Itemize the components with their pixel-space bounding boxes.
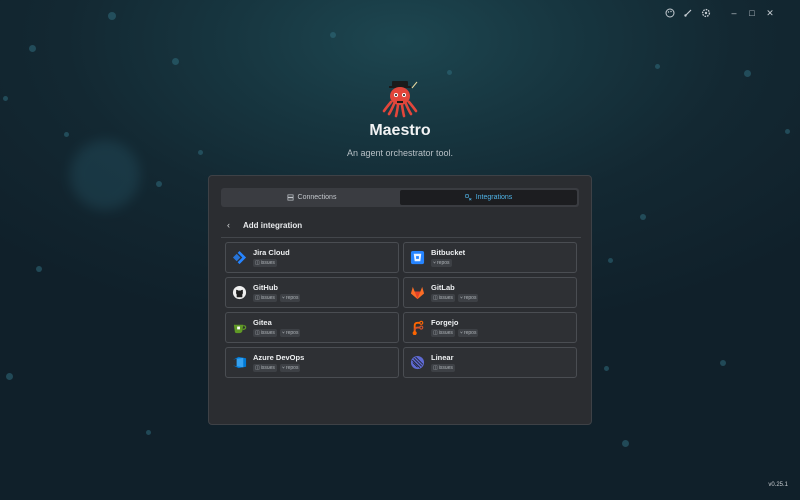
capability-badge: ◫ issues: [253, 294, 277, 302]
section-header: ‹ Add integration: [227, 220, 302, 230]
integration-card-forgejo[interactable]: Forgejo ◫ issues ⑂ repos: [403, 312, 577, 343]
capability-badge: ⑂ repos: [457, 294, 479, 302]
integrations-icon: [465, 194, 472, 201]
capability-badges: ◫ issues: [431, 364, 455, 372]
palette-icon[interactable]: [664, 7, 676, 19]
issue-icon: ◫: [255, 295, 260, 301]
octopus-logo-icon: [380, 78, 420, 118]
capability-badge: ⑂ repos: [279, 294, 301, 302]
branch-icon: ⑂: [281, 295, 285, 301]
capability-badge: ◫ issues: [431, 294, 455, 302]
branch-icon: ⑂: [459, 295, 463, 301]
issue-icon: ◫: [433, 365, 438, 371]
branch-icon: ⑂: [433, 260, 437, 266]
capability-badge: ◫ issues: [253, 329, 277, 337]
integrations-panel: Connections Integrations ‹ Add integrati…: [208, 175, 592, 425]
capability-badge: ◫ issues: [253, 364, 277, 372]
integration-card-bitbucket[interactable]: Bitbucket ⑂ repos: [403, 242, 577, 273]
close-icon[interactable]: ✕: [764, 7, 776, 19]
gitea-icon: [232, 320, 247, 335]
gitlab-icon: [410, 285, 425, 300]
tab-integrations[interactable]: Integrations: [400, 190, 577, 205]
capability-badges: ◫ issues ⑂ repos: [253, 294, 301, 302]
capability-badges: ◫ issues ⑂ repos: [431, 329, 479, 337]
server-icon: [287, 194, 294, 201]
capability-badge: ⑂ repos: [431, 259, 452, 267]
integration-name: Linear: [431, 353, 454, 362]
version-label: v0.25.1: [768, 482, 788, 488]
azure-devops-icon: [232, 355, 247, 370]
github-icon: [232, 285, 247, 300]
linear-icon: [410, 355, 425, 370]
integration-card-github[interactable]: GitHub ◫ issues ⑂ repos: [225, 277, 399, 308]
integration-name: Azure DevOps: [253, 353, 305, 362]
jira-icon: [232, 250, 247, 265]
integration-name: Jira Cloud: [253, 248, 290, 257]
capability-badge: ◫ issues: [431, 364, 455, 372]
forgejo-icon: [410, 320, 425, 335]
integration-card-azure-devops[interactable]: Azure DevOps ◫ issues ⑂ repos: [225, 347, 399, 378]
branch-icon: ⑂: [281, 330, 285, 336]
integration-card-gitea[interactable]: Gitea ◫ issues ⑂ repos: [225, 312, 399, 343]
capability-badge: ⑂ repos: [457, 329, 479, 337]
issue-icon: ◫: [255, 260, 260, 266]
issue-icon: ◫: [433, 330, 438, 336]
branch-icon: ⑂: [459, 330, 463, 336]
app-title: Maestro: [369, 122, 431, 139]
divider: [221, 237, 581, 238]
capability-badges: ◫ issues ⑂ repos: [253, 364, 304, 372]
integration-card-gitlab[interactable]: GitLab ◫ issues ⑂ repos: [403, 277, 577, 308]
capability-badges: ⑂ repos: [431, 259, 465, 267]
integration-card-linear[interactable]: Linear ◫ issues: [403, 347, 577, 378]
capability-badge: ◫ issues: [431, 329, 455, 337]
window-controls: – □ ✕: [664, 7, 776, 19]
capability-badges: ◫ issues ⑂ repos: [431, 294, 479, 302]
back-arrow-icon[interactable]: ‹: [227, 220, 235, 230]
app-subtitle: An agent orchestrator tool.: [346, 148, 454, 158]
integration-grid: Jira Cloud ◫ issues Bitbucket ⑂ repos GitHub ◫ i…: [225, 242, 577, 378]
settings-icon[interactable]: [700, 7, 712, 19]
capability-badge: ⑂ repos: [279, 329, 301, 337]
capability-badges: ◫ issues ⑂ repos: [253, 329, 301, 337]
tab-connections-label: Connections: [297, 194, 337, 201]
issue-icon: ◫: [433, 295, 438, 301]
tab-bar: Connections Integrations: [221, 188, 579, 207]
integration-name: GitHub: [253, 283, 278, 292]
capability-badge: ◫ issues: [253, 259, 277, 267]
integration-name: GitLab: [431, 283, 455, 292]
section-title: Add integration: [243, 220, 303, 230]
tab-integrations-label: Integrations: [475, 194, 513, 201]
capability-badge: ⑂ repos: [279, 364, 301, 372]
capability-badges: ◫ issues: [253, 259, 290, 267]
minimize-icon[interactable]: –: [728, 7, 740, 19]
issue-icon: ◫: [255, 365, 260, 371]
integration-name: Gitea: [253, 318, 272, 327]
bitbucket-icon: [410, 250, 425, 265]
maximize-icon[interactable]: □: [746, 7, 758, 19]
integration-card-jira-cloud[interactable]: Jira Cloud ◫ issues: [225, 242, 399, 273]
issue-icon: ◫: [255, 330, 260, 336]
branch-icon: ⑂: [281, 365, 285, 371]
integration-name: Bitbucket: [431, 248, 466, 257]
tab-connections[interactable]: Connections: [223, 190, 400, 205]
brush-icon[interactable]: [682, 7, 694, 19]
integration-name: Forgejo: [431, 318, 459, 327]
